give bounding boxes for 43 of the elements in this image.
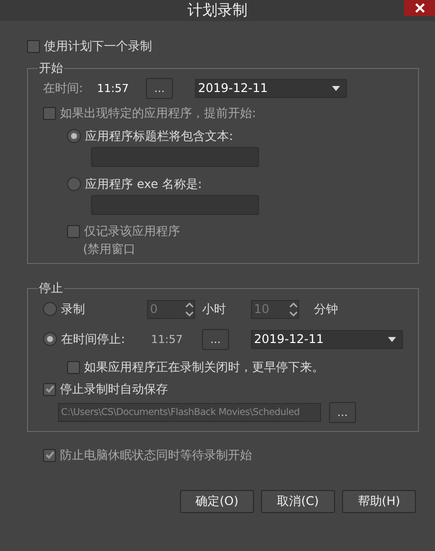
checkbox[interactable]	[27, 40, 40, 52]
date-dropdown[interactable]: 2019-12-11	[195, 78, 347, 98]
hours-label: 小时	[201, 300, 227, 318]
checkbox[interactable]	[67, 360, 80, 374]
time-value: 11:57	[151, 332, 184, 346]
checkbox-label: 停止录制时自动保存	[60, 380, 168, 398]
checkbox-label: 如果出现特定的应用程序，提前开始:	[60, 104, 256, 122]
dialog-button[interactable]: 确定(O)	[180, 490, 254, 513]
radio-button[interactable]	[43, 302, 57, 316]
spinner-arrows-icon	[185, 302, 194, 316]
caret-icon	[332, 86, 340, 90]
radio-button[interactable]	[67, 129, 81, 143]
radio-label: 应用程序 exe 名称是:	[85, 176, 202, 192]
close-icon	[414, 3, 424, 13]
dialog-button[interactable]: 帮助(H)	[342, 490, 416, 513]
group-title: 开始	[38, 60, 64, 77]
caret-icon	[388, 336, 396, 342]
radio-button[interactable]	[43, 332, 57, 346]
window-title: 计划录制	[188, 1, 248, 20]
time-value: 11:57	[97, 82, 130, 94]
checkbox[interactable]	[67, 224, 80, 238]
radio-button[interactable]	[67, 177, 81, 191]
minutes-label: 分钟	[313, 300, 338, 318]
checkbox[interactable]	[43, 448, 56, 462]
radio-label: 应用程序标题栏将包含文本:	[85, 128, 234, 144]
checkbox[interactable]	[43, 106, 56, 120]
time-label: 在时间:	[43, 80, 84, 96]
checkbox-label: 仅记录该应用程序	[84, 222, 180, 240]
checkbox-label: 如果应用程序正在录制关闭时，更早停下来。	[84, 358, 324, 376]
radio-label: 在时间停止:	[61, 330, 126, 348]
browse-button[interactable]: ...	[329, 402, 356, 422]
checkbox-label: 防止电脑休眠状态同时等待录制开始	[60, 446, 252, 464]
checkbox-label: 使用计划下一个录制	[44, 38, 152, 54]
time-picker-button[interactable]: ...	[202, 328, 229, 350]
checkbox[interactable]	[43, 382, 56, 396]
dialog-button[interactable]: 取消(C)	[261, 490, 335, 513]
spinner-arrows-icon	[289, 302, 298, 316]
radio-label: 录制	[61, 300, 85, 318]
date-dropdown[interactable]: 2019-12-11	[251, 330, 403, 348]
close-button[interactable]	[404, 0, 435, 16]
time-picker-button[interactable]: ...	[146, 78, 173, 98]
note-text: (禁用窗口	[83, 242, 136, 256]
group-title: 停止	[38, 280, 64, 297]
